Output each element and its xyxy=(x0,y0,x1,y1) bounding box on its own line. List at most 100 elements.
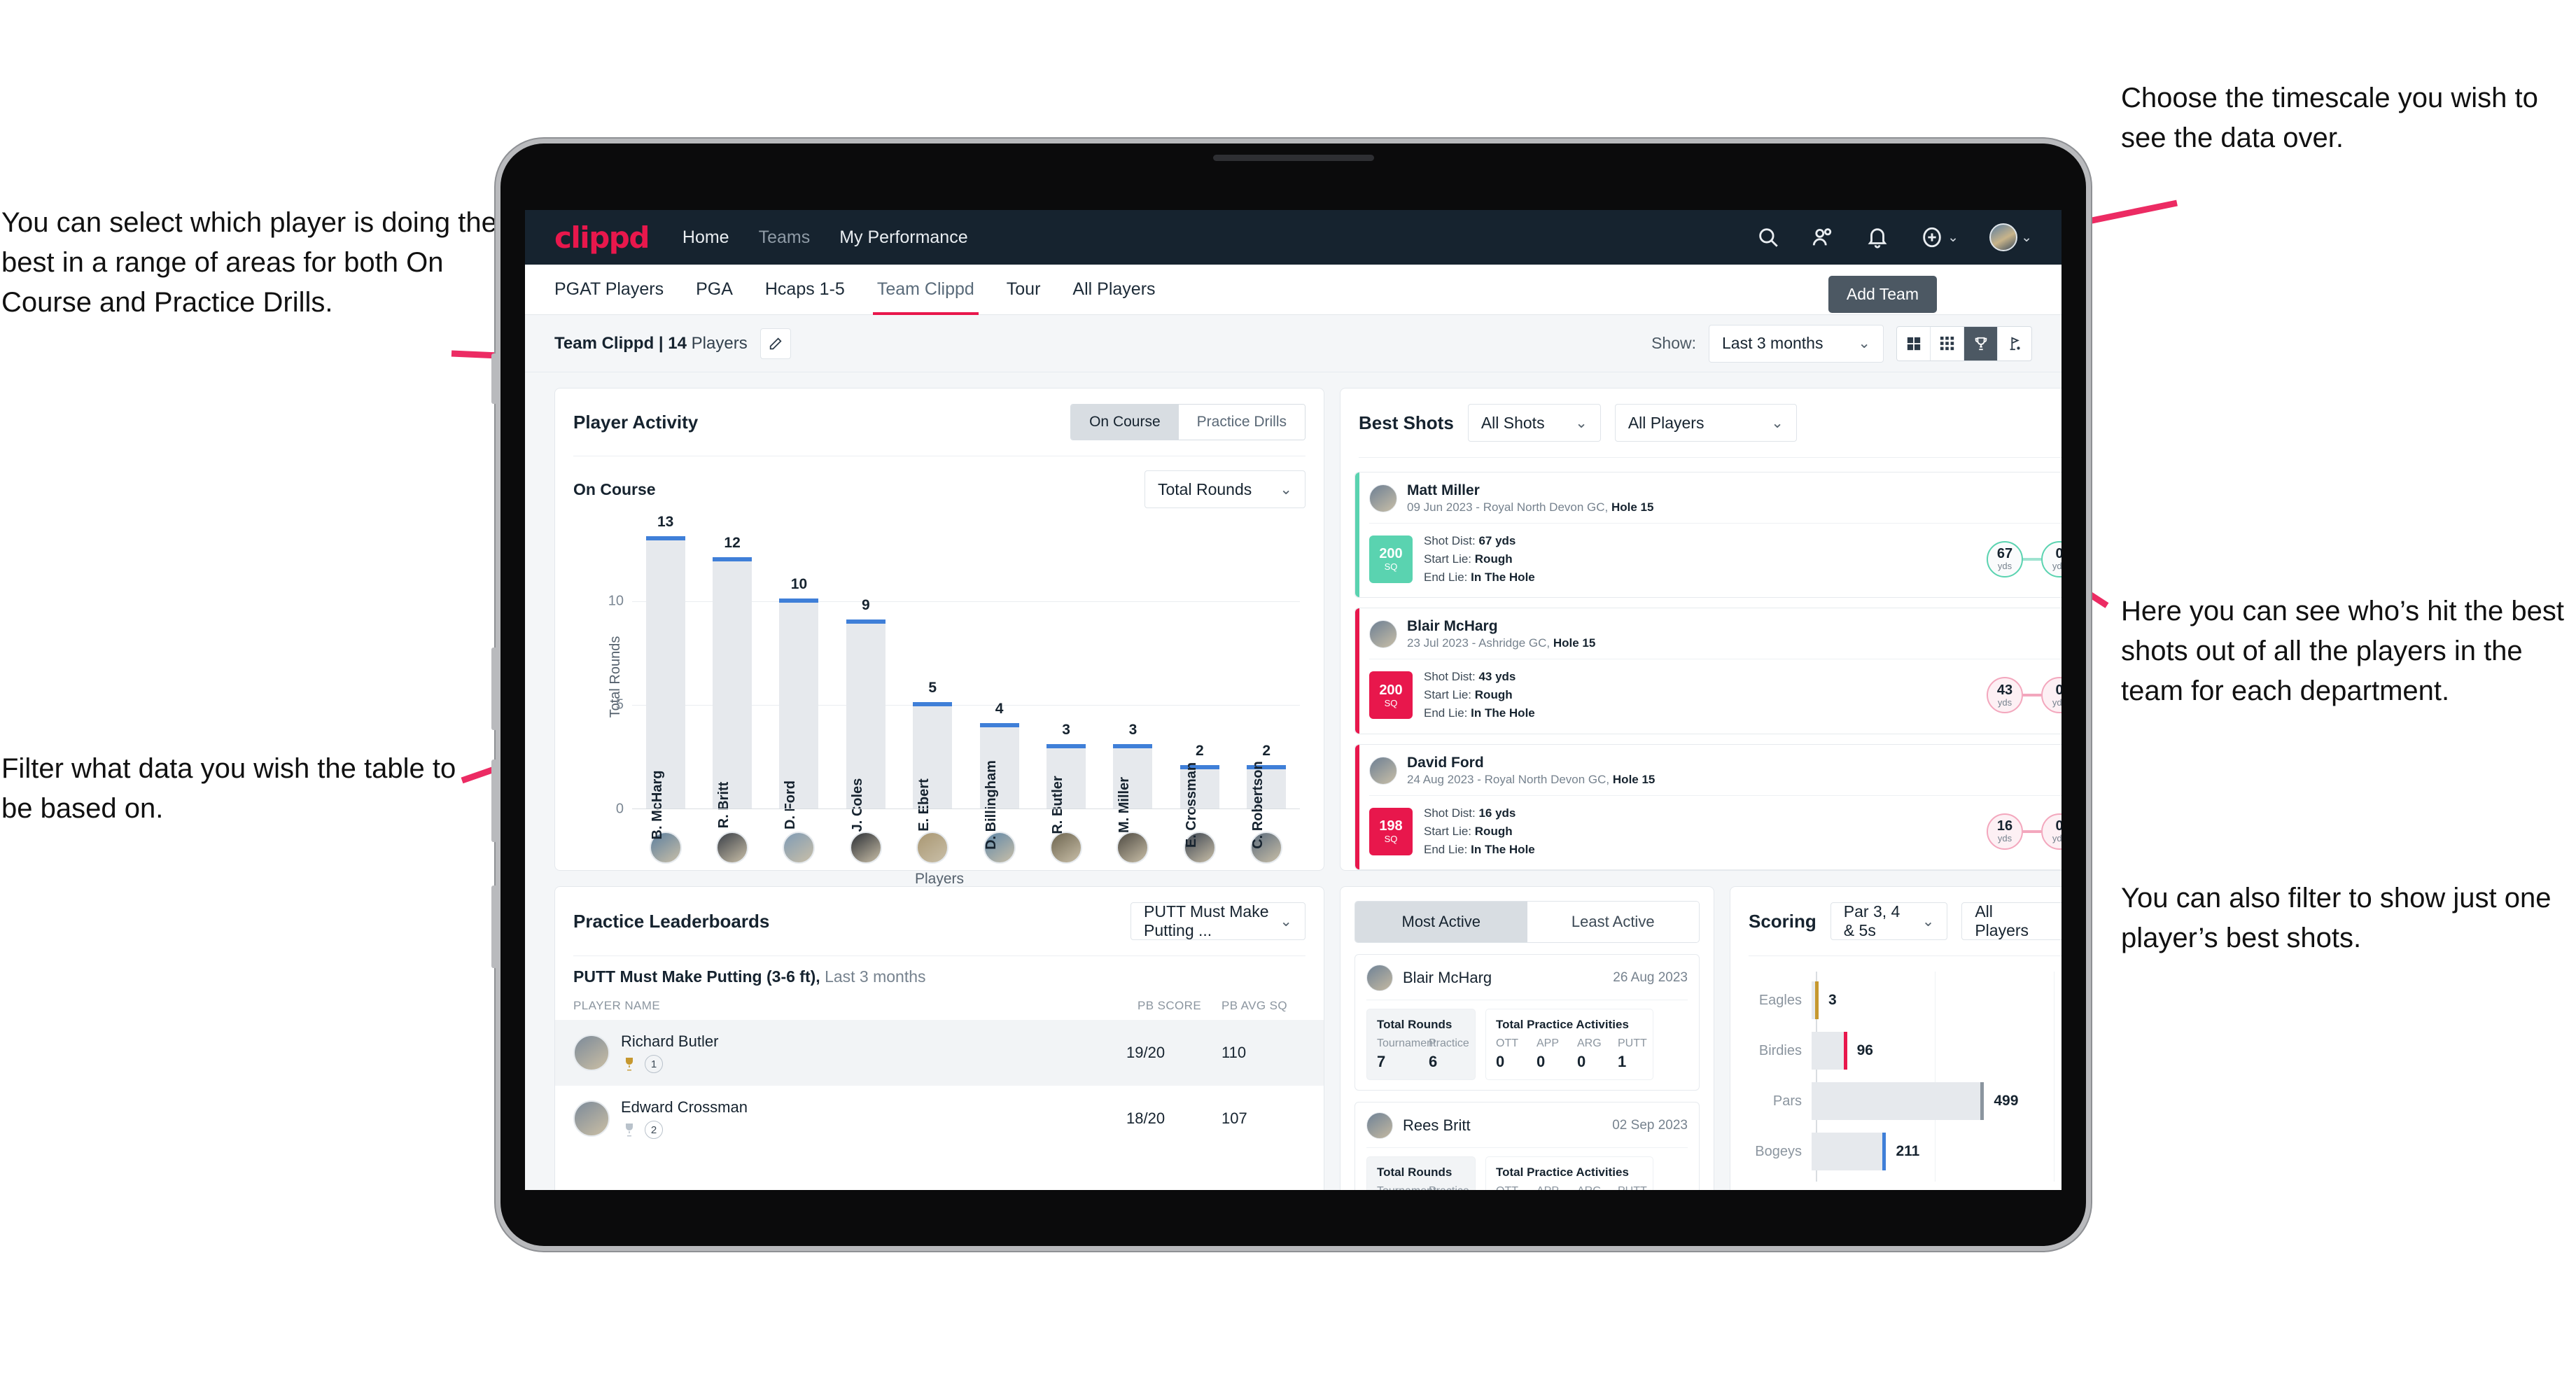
trophy-icon[interactable] xyxy=(1964,326,1998,360)
player-avatar[interactable] xyxy=(1050,832,1083,864)
player-avatar[interactable] xyxy=(1116,832,1149,864)
scoring-bar[interactable] xyxy=(1812,981,1819,1019)
table-row[interactable]: Edward Crossman 2 18/20 107 xyxy=(555,1086,1324,1152)
tab-tour[interactable]: Tour xyxy=(1007,264,1041,315)
bar[interactable]: C. Robertson xyxy=(1247,761,1287,849)
bar[interactable]: D. Billingham xyxy=(979,723,1019,850)
user-menu[interactable]: ⌄ xyxy=(1989,223,2032,251)
scoring-bar[interactable] xyxy=(1812,1082,1984,1120)
bar-group[interactable]: 10 D. Ford xyxy=(779,526,819,830)
bar[interactable]: M. Miller xyxy=(1113,743,1153,833)
bar-category-label: J. Coles xyxy=(849,778,865,832)
tab-least-active[interactable]: Least Active xyxy=(1527,902,1699,942)
total-rounds-block: Total RoundsTournamentPractice84 xyxy=(1366,1156,1476,1190)
people-icon[interactable] xyxy=(1811,225,1835,249)
bar-group[interactable]: 3 M. Miller xyxy=(1113,526,1153,833)
scoring-row[interactable]: Eagles 3 xyxy=(1749,981,2062,1019)
player-filter-value: All Players xyxy=(1628,413,1704,432)
shot-filter-value: All Shots xyxy=(1480,413,1545,432)
tab-hcaps-1-5[interactable]: Hcaps 1-5 xyxy=(765,264,845,315)
best-shot-card[interactable]: David Ford 24 Aug 2023 - Royal North Devo… xyxy=(1354,743,2062,871)
bar-value-label: 2 xyxy=(1262,742,1271,759)
edit-team-button[interactable] xyxy=(760,328,791,359)
segment-practice-drills[interactable]: Practice Drills xyxy=(1178,405,1305,440)
drill-select[interactable]: PUTT Must Make Putting ... ⌄ xyxy=(1130,902,1306,940)
add-menu[interactable]: ⌄ xyxy=(1920,225,1959,249)
avatar xyxy=(573,1035,610,1071)
tab-team-clippd[interactable]: Team Clippd xyxy=(872,264,979,315)
tab-all-players[interactable]: All Players xyxy=(1072,264,1155,315)
bar-group[interactable]: 13 B. McHarg xyxy=(645,514,685,839)
rank-number: 1 xyxy=(645,1055,663,1073)
practice-title: Total Practice Activities xyxy=(1496,1166,1629,1179)
y-axis-tick: 10 xyxy=(608,593,624,609)
scoring-title: Scoring xyxy=(1749,910,1816,932)
avatar[interactable] xyxy=(1989,223,2018,251)
metric-select[interactable]: Total Rounds ⌄ xyxy=(1144,470,1306,508)
players-word: Players xyxy=(691,333,748,353)
clippd-logo[interactable]: clippd xyxy=(554,220,650,255)
player-avatar[interactable] xyxy=(783,832,816,864)
nav-link-home[interactable]: Home xyxy=(682,227,729,248)
timescale-select[interactable]: Last 3 months ⌄ xyxy=(1709,324,1884,363)
bar-group[interactable]: 9 J. Coles xyxy=(846,526,886,832)
best-shot-card[interactable]: Blair McHarg 23 Jul 2023 - Ashridge GC, H… xyxy=(1354,608,2062,734)
plus-circle-icon[interactable] xyxy=(1920,225,1944,249)
nav-link-teams[interactable]: Teams xyxy=(759,227,811,248)
bar[interactable]: B. McHarg xyxy=(645,536,685,839)
best-shots-player-filter[interactable]: All Players ⌄ xyxy=(1614,404,1797,442)
scoring-row[interactable]: Pars 499 xyxy=(1749,1082,2062,1120)
avatar xyxy=(573,1100,610,1137)
bar[interactable]: R. Britt xyxy=(713,556,752,828)
grid-small-icon[interactable] xyxy=(1931,326,1964,360)
shot-dist-label: Shot Dist: xyxy=(1424,806,1476,820)
bar-group[interactable]: 12 R. Britt xyxy=(713,526,752,828)
scoring-row[interactable]: Birdies 96 xyxy=(1749,1032,2062,1070)
scoring-row[interactable]: Bogeys 211 xyxy=(1749,1133,2062,1170)
toolbar-right: Show: Last 3 months ⌄ xyxy=(1651,324,2032,363)
bar[interactable]: E. Ebert xyxy=(913,702,953,832)
player-avatar[interactable] xyxy=(916,832,949,864)
from-unit: yds xyxy=(1997,833,2012,844)
segment-on-course[interactable]: On Course xyxy=(1071,405,1179,440)
shot-end-distance: 0yds xyxy=(2041,677,2062,714)
tab-pga[interactable]: PGA xyxy=(696,264,733,315)
bar-group[interactable]: 5 E. Ebert xyxy=(913,526,953,832)
nav-link-my-performance[interactable]: My Performance xyxy=(839,227,967,248)
bar-group[interactable]: 2 E. Crossman xyxy=(1180,526,1219,848)
activity-header: Rees Britt 02 Sep 2023 xyxy=(1366,1112,1688,1139)
best-shot-card[interactable]: Matt Miller 09 Jun 2023 - Royal North Dev… xyxy=(1354,472,2062,598)
from-value: 43 xyxy=(1996,682,2013,698)
app-screen: clippd Home Teams My Performance ⌄ ⌄ PGA… xyxy=(525,210,2062,1190)
search-icon[interactable] xyxy=(1756,225,1780,249)
par-filter-select[interactable]: Par 3, 4 & 5s ⌄ xyxy=(1830,902,1948,940)
activity-card-item[interactable]: Rees Britt 02 Sep 2023 Total Rounds Tournam… xyxy=(1354,1102,1700,1190)
bell-icon[interactable] xyxy=(1865,225,1889,249)
bar[interactable]: J. Coles xyxy=(846,619,886,832)
scoring-bar[interactable] xyxy=(1812,1032,1847,1070)
table-row[interactable]: Richard Butler 1 19/20 110 xyxy=(555,1020,1324,1086)
bar-group[interactable]: 3 R. Butler xyxy=(1046,526,1086,834)
golf-flag-icon[interactable] xyxy=(1998,327,2031,360)
bar[interactable]: E. Crossman xyxy=(1180,762,1219,848)
chart-subheader: On Course Total Rounds ⌄ xyxy=(555,456,1324,508)
player-name: Richard Butler xyxy=(621,1032,719,1050)
tab-pgat-players[interactable]: PGAT Players xyxy=(554,264,664,315)
avatar xyxy=(1369,756,1397,785)
best-shot-identity: Matt Miller 09 Jun 2023 - Royal North Dev… xyxy=(1407,482,1653,514)
bar-group[interactable]: 2 C. Robertson xyxy=(1247,526,1287,849)
player-avatar[interactable] xyxy=(849,832,882,864)
player-avatar[interactable] xyxy=(716,832,749,864)
tablet-camera xyxy=(1212,155,1374,161)
metric-label: OTT xyxy=(1496,1185,1521,1190)
bar[interactable]: R. Butler xyxy=(1046,743,1086,834)
scoring-bar[interactable] xyxy=(1812,1133,1886,1170)
activity-card-item[interactable]: Blair McHarg 26 Aug 2023 Total Rounds Tourn… xyxy=(1354,954,1700,1091)
best-shots-shot-filter[interactable]: All Shots ⌄ xyxy=(1467,404,1601,442)
best-shot-body: 198 SQ Shot Dist: 16 yds Start Lie: Rough En… xyxy=(1369,804,2062,858)
bar[interactable]: D. Ford xyxy=(779,598,819,830)
grid-large-icon[interactable] xyxy=(1897,326,1931,360)
bar-group[interactable]: 4 D. Billingham xyxy=(979,526,1019,850)
scoring-player-filter[interactable]: All Players ⌄ xyxy=(1961,902,2062,940)
tab-most-active[interactable]: Most Active xyxy=(1355,902,1527,942)
